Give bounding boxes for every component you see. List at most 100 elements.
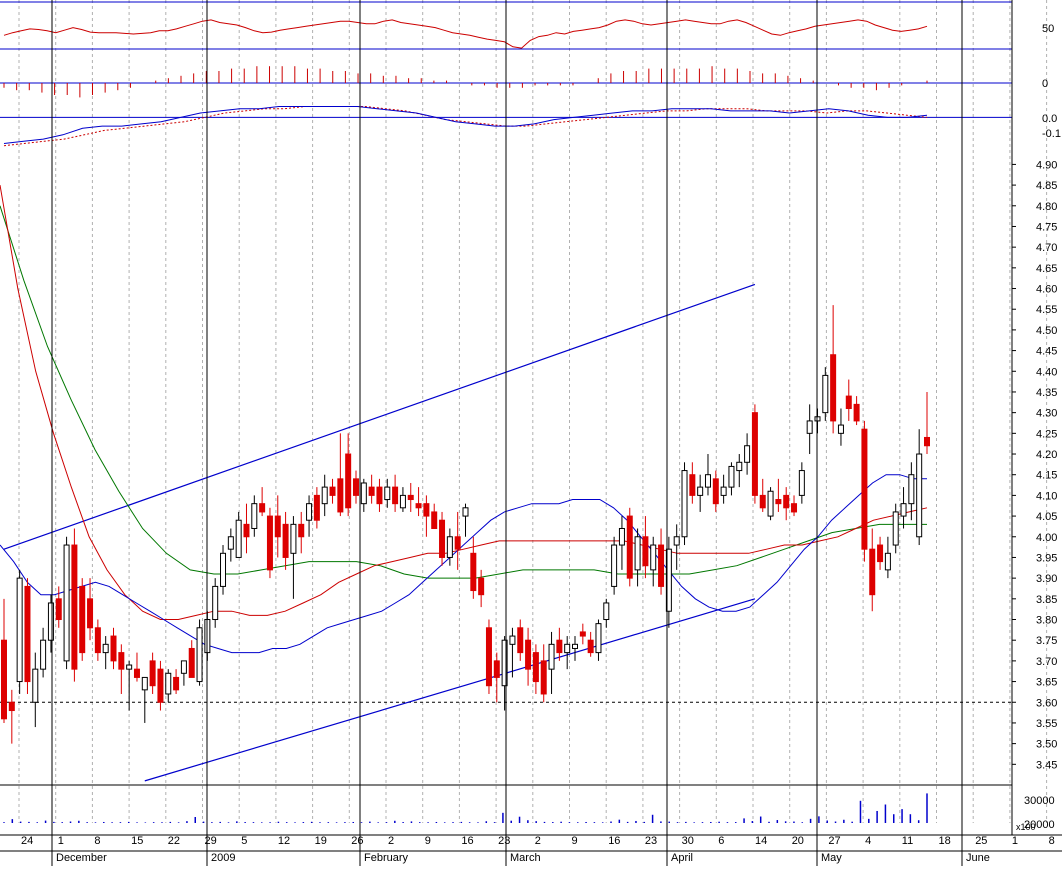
candle-body (924, 436, 930, 447)
candle-body (509, 635, 516, 645)
price-tick-label: 4.05 (1036, 511, 1057, 523)
price-tick-label: 3.95 (1036, 552, 1057, 564)
candle-body (908, 474, 915, 505)
x-day-label: 26 (351, 835, 363, 847)
axes: 24 1 8 15 22 29 5 12 19 26 2 9 16 23 2 9 16 23 30 6 14 20 27 4 1… (0, 0, 1062, 866)
candle-body (71, 544, 78, 670)
candle-body (853, 403, 860, 422)
candle-body (798, 470, 805, 496)
x-day-label: 9 (425, 835, 431, 847)
candle-body (603, 602, 610, 621)
price-tick-label: 4.75 (1036, 221, 1057, 233)
x-day-label: 22 (168, 835, 180, 847)
price-tick-label: 4.55 (1036, 304, 1057, 316)
candle-body (837, 424, 844, 434)
price-tick-label: 4.50 (1036, 325, 1057, 337)
x-day-label: 11 (902, 835, 913, 847)
stock-chart: 24 1 8 15 22 29 5 12 19 26 2 9 16 23 2 9 16 23 30 6 14 20 27 4 1… (0, 0, 1062, 866)
candle-body (313, 494, 320, 521)
candle-body (251, 503, 258, 529)
candle-body (102, 643, 109, 654)
x-day-label: 24 (21, 835, 33, 847)
candle-body (493, 660, 500, 678)
x-day-label: 23 (498, 835, 510, 847)
candle-body (587, 639, 594, 654)
candle-body (454, 536, 461, 550)
x-day-label: 9 (572, 835, 578, 847)
candle-body (744, 445, 751, 463)
price-tick-label: 3.80 (1036, 615, 1057, 627)
candle-body (775, 499, 782, 505)
candle-body (572, 643, 579, 649)
candle-body (736, 461, 743, 472)
x-day-label: 16 (608, 835, 620, 847)
candle-body (525, 639, 532, 670)
macd-tick-label: -0.1 (1042, 128, 1061, 140)
candle-body (337, 478, 344, 513)
candle-body (595, 623, 602, 654)
price-tick-label: 3.90 (1036, 573, 1057, 585)
candle-body (767, 490, 774, 517)
price-tick-label: 4.45 (1036, 346, 1057, 358)
grid (18, 0, 1048, 823)
price-tick-label: 4.60 (1036, 284, 1057, 296)
candle-body (40, 639, 47, 670)
price-tick-label: 4.80 (1036, 201, 1057, 213)
x-day-label: 19 (315, 835, 327, 847)
candle-body (32, 668, 39, 703)
candle-body (822, 374, 829, 414)
candle-body (478, 577, 485, 596)
candle-body (149, 660, 156, 687)
x-day-label: 12 (278, 835, 290, 847)
candle-body (157, 668, 164, 703)
candle-body (783, 494, 790, 509)
macd-tick-label: 0.0 (1042, 113, 1057, 125)
candle-body (87, 598, 94, 629)
x-day-label: 23 (645, 835, 657, 847)
x-day-label: 14 (755, 835, 767, 847)
candle-body (321, 486, 328, 505)
trend-channel-lower (144, 598, 756, 782)
candle-body (399, 494, 406, 509)
candle-body (548, 643, 555, 670)
x-day-label: 8 (1049, 835, 1055, 847)
x-month-label: June (966, 852, 990, 864)
histogram-tick-label: 0 (1042, 78, 1048, 90)
candle-body (94, 627, 101, 654)
price-tick-label: 4.15 (1036, 470, 1057, 482)
candle-body (728, 465, 735, 488)
candle-body (618, 527, 625, 546)
x-day-label: 15 (131, 835, 143, 847)
candle-body (540, 660, 547, 695)
price-tick-label: 4.00 (1036, 532, 1057, 544)
candle-body (439, 519, 446, 558)
candle-body (806, 420, 813, 434)
x-day-label: 20 (792, 835, 804, 847)
x-month-label: February (364, 852, 409, 864)
candle-body (141, 676, 148, 691)
volume-tick-label: 30000 (1024, 795, 1055, 807)
candle-body (368, 486, 375, 496)
price-tick-label: 3.45 (1036, 759, 1057, 771)
candle-body (446, 536, 453, 558)
candle-body (360, 482, 367, 505)
candle-body (712, 478, 719, 505)
candle-body (298, 523, 305, 538)
candle-body (306, 503, 313, 521)
candle-body (220, 552, 227, 587)
candle-body (55, 598, 62, 621)
candle-body (407, 494, 414, 501)
candle-body (658, 544, 665, 587)
volume-pane (3, 793, 928, 823)
candle-body (845, 395, 852, 410)
price-tick-label: 4.35 (1036, 387, 1057, 399)
candle-body (877, 544, 884, 563)
x-day-label: 27 (828, 835, 840, 847)
candle-body (79, 585, 86, 654)
candle-body (118, 652, 125, 670)
candle-body (704, 474, 711, 488)
price-tick-label: 3.50 (1036, 739, 1057, 751)
x-month-label: 2009 (211, 852, 235, 864)
price-tick-label: 4.25 (1036, 428, 1057, 440)
ma-mid-line (0, 185, 928, 620)
